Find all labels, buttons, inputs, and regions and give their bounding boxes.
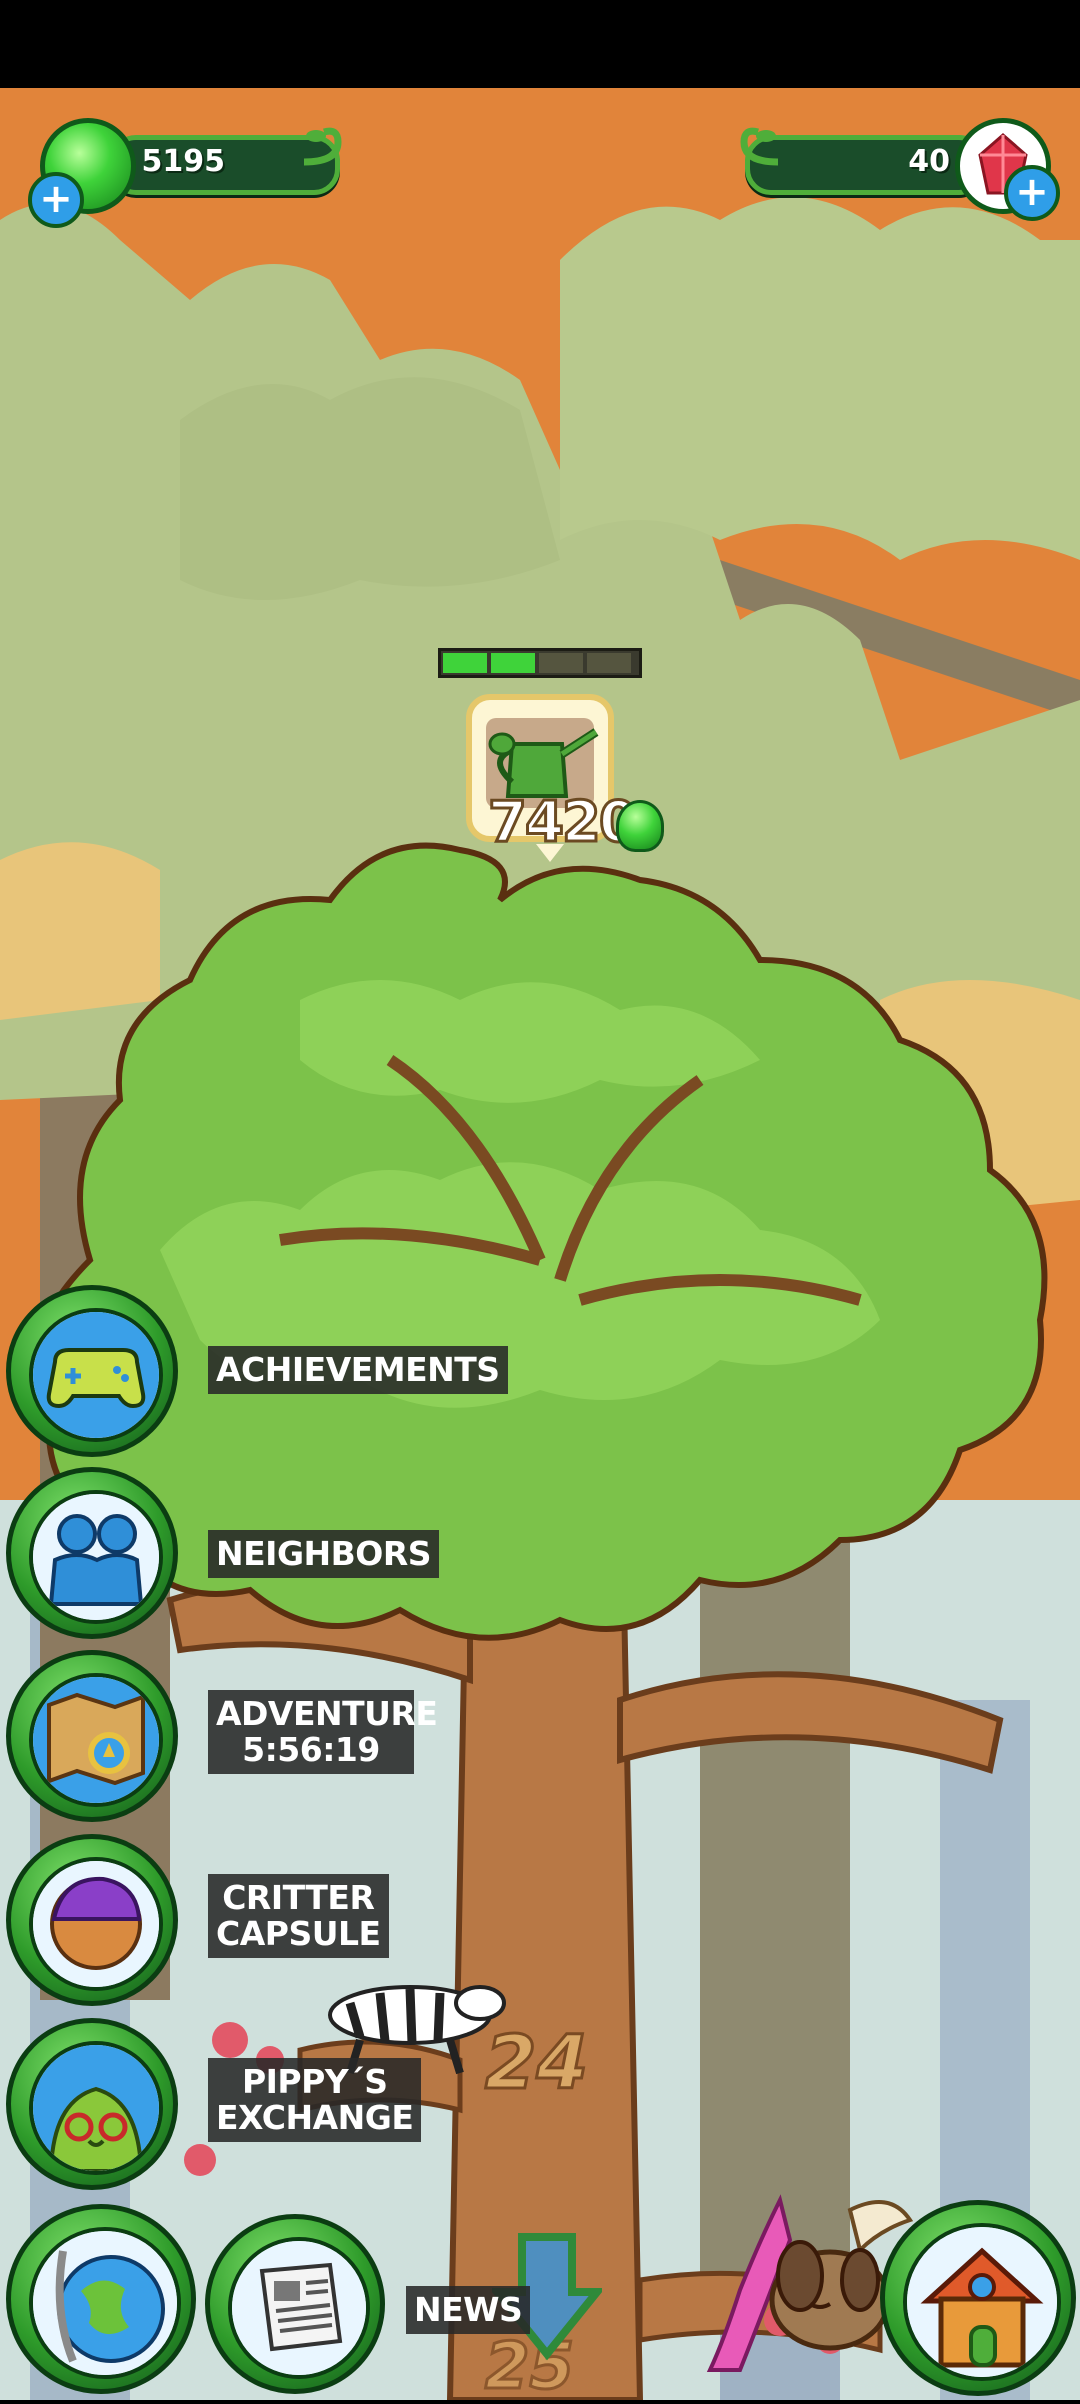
house-icon (907, 2227, 1057, 2377)
critter-capsule-button[interactable] (6, 1834, 178, 2006)
pippys-exchange-button[interactable] (6, 2018, 178, 2190)
green-gem-icon (616, 800, 664, 852)
zebra-critter[interactable] (300, 1945, 510, 2075)
treasure-map-icon (33, 1677, 159, 1803)
newspaper-icon (232, 2241, 366, 2375)
add-rubies-button[interactable]: + (1004, 165, 1060, 221)
status-bar (0, 0, 1080, 88)
add-gems-button[interactable]: + (28, 172, 84, 228)
progress-segment (539, 653, 583, 673)
progress-segment (587, 653, 631, 673)
vine-curl-left-icon (740, 127, 779, 166)
pippy-icon (33, 2045, 159, 2171)
progress-segment (491, 653, 535, 673)
world-map-button[interactable] (6, 2204, 196, 2394)
ruby-count: 40 (908, 144, 950, 179)
achievements-button[interactable] (6, 1285, 178, 1457)
adventure-button[interactable] (6, 1650, 178, 1822)
neighbors-label[interactable]: NEIGHBORS (208, 1530, 440, 1578)
neighbors-icon (33, 1494, 159, 1620)
capsule-icon (33, 1861, 159, 1987)
adventure-label[interactable]: ADVENTURE 5:56:19 (208, 1690, 438, 1774)
task-progress-bar (438, 648, 642, 678)
achievements-label[interactable]: ACHIEVEMENTS (208, 1346, 508, 1394)
progress-segment (443, 653, 487, 673)
gamepad-icon (33, 1312, 159, 1438)
news-button[interactable] (205, 2214, 385, 2394)
vine-curl-icon (303, 127, 342, 166)
globe-icon (33, 2231, 177, 2375)
tree-level-number: 24 (484, 2019, 590, 2108)
critter-capsule-label[interactable]: CRITTER CAPSULE (208, 1874, 389, 1958)
home-button[interactable] (880, 2200, 1076, 2396)
news-label[interactable]: NEWS (406, 2286, 531, 2334)
gem-count: 5195 (141, 144, 226, 179)
pippys-exchange-label[interactable]: PIPPY´S EXCHANGE (208, 2058, 422, 2142)
neighbors-button[interactable] (6, 1467, 178, 1639)
task-cost: 7420 (487, 789, 640, 857)
